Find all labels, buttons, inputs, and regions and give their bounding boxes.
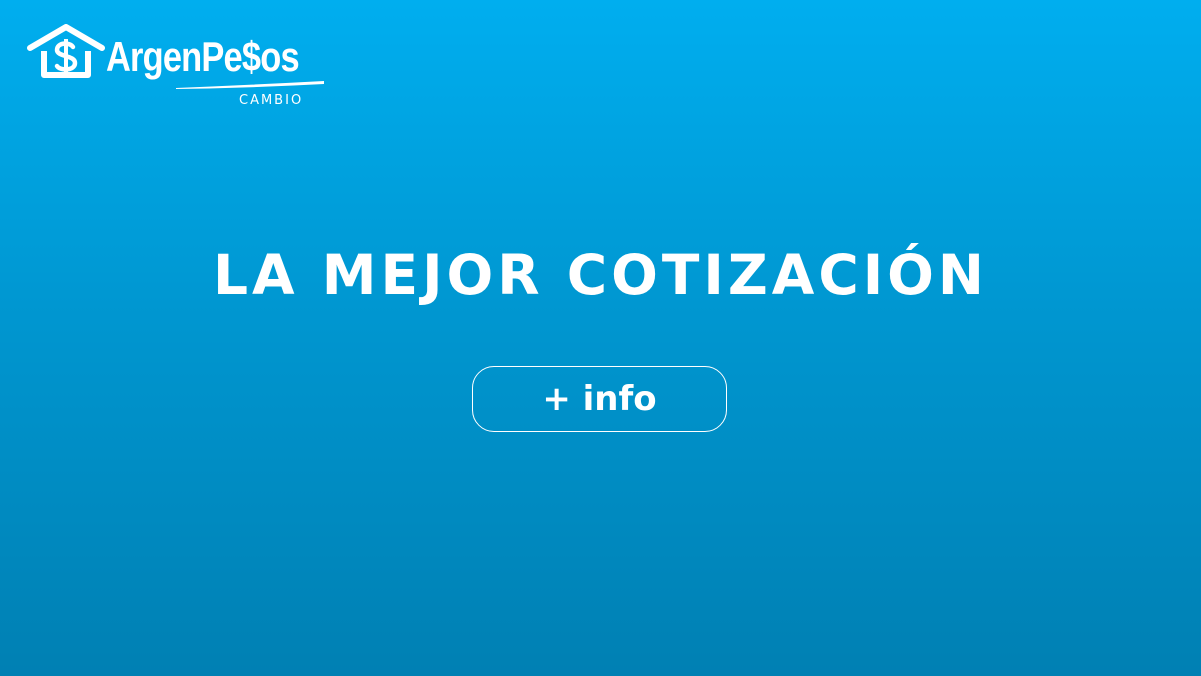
more-info-button[interactable]: + info [472, 366, 727, 432]
logo-swoosh [176, 81, 324, 89]
house-dollar-icon [27, 24, 105, 78]
brand-logo[interactable]: ArgenPe$os CAMBIO [26, 24, 326, 112]
hero-headline: LA MEJOR COTIZACIÓN [213, 243, 988, 307]
brand-subtitle: CAMBIO [239, 93, 304, 108]
brand-name: ArgenPe$os [106, 33, 300, 80]
